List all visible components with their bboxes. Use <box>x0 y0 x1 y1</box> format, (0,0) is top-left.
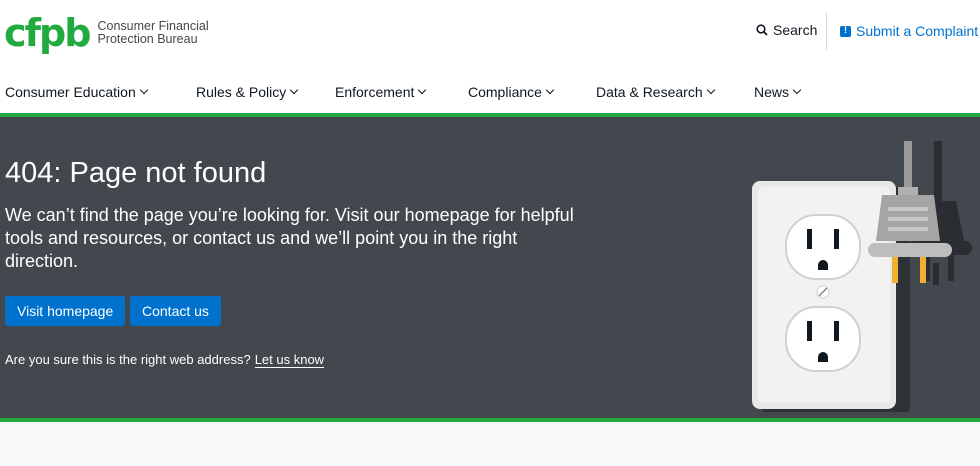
nav-item-consumer-education[interactable]: Consumer Education <box>5 84 148 100</box>
nav-item-rules-policy[interactable]: Rules & Policy <box>196 84 299 100</box>
nav-label: Enforcement <box>335 84 415 100</box>
search-icon <box>756 24 768 36</box>
nav-item-news[interactable]: News <box>754 84 802 100</box>
nav-item-compliance[interactable]: Compliance <box>468 84 555 100</box>
complaint-icon <box>840 25 851 37</box>
nav-label: Consumer Education <box>5 84 136 100</box>
logo-text: Consumer Financial Protection Bureau <box>97 20 208 46</box>
hero-note: Are you sure this is the right web addre… <box>5 352 325 368</box>
chevron-down-icon <box>139 85 148 95</box>
chevron-down-icon <box>792 85 802 95</box>
search-label: Search <box>773 22 818 38</box>
site-header: cfpb Consumer Financial Protection Burea… <box>0 0 980 64</box>
page-title: 404: Page not found <box>5 157 267 189</box>
chevron-down-icon <box>290 85 299 95</box>
nav-label: Compliance <box>468 84 542 100</box>
chevron-down-icon <box>418 85 427 95</box>
logo-line-2: Protection Bureau <box>97 32 198 46</box>
unplugged-outlet-illustration <box>752 141 972 412</box>
search-button[interactable]: Search <box>756 22 817 38</box>
nav-item-data-research[interactable]: Data & Research <box>596 84 715 100</box>
chevron-down-icon <box>545 85 555 95</box>
header-divider <box>826 12 827 50</box>
nav-label: Data & Research <box>596 84 703 100</box>
nav-label: Rules & Policy <box>196 84 287 100</box>
page-content-area <box>0 422 980 466</box>
error-description: We can’t find the page you’re looking fo… <box>5 205 574 271</box>
contact-us-button[interactable]: Contact us <box>130 296 221 326</box>
nav-item-enforcement[interactable]: Enforcement <box>335 84 427 100</box>
logo-mark: cfpb <box>4 11 91 55</box>
visit-homepage-button[interactable]: Visit homepage <box>5 296 126 326</box>
let-us-know-link[interactable]: Let us know <box>254 352 325 368</box>
error-hero: 404: Page not found We can’t find the pa… <box>0 117 980 418</box>
main-nav: Consumer Education Rules & Policy Enforc… <box>0 76 980 112</box>
cfpb-logo[interactable]: cfpb Consumer Financial Protection Burea… <box>4 14 209 52</box>
nav-label: News <box>754 84 790 100</box>
submit-complaint-link[interactable]: Submit a Complaint <box>840 23 978 39</box>
chevron-down-icon <box>706 85 715 95</box>
complaint-label: Submit a Complaint <box>856 23 979 39</box>
note-text: Are you sure this is the right web addre… <box>5 352 251 367</box>
